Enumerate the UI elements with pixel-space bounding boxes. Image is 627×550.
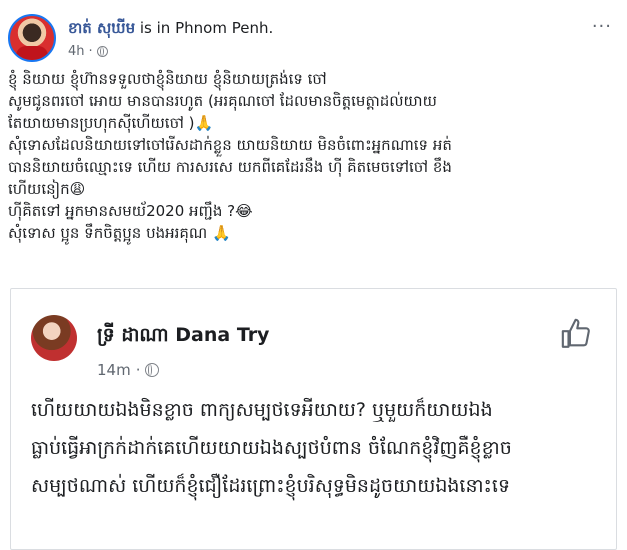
post-body-line: តែយាយមានប្រហុកស៊ីហើយចៅ )🙏: [8, 114, 214, 132]
post-body-line: បាននិយាយចំឈ្មោះទេ ហើយ ការសរសេ យកពីគេដែរន…: [8, 158, 452, 176]
post-meta: 4h ·: [68, 44, 108, 59]
author-avatar[interactable]: [8, 14, 56, 62]
shared-post-meta: 14m ·: [97, 361, 160, 379]
author-line: ខាត់ សុឃីម is in Phnom Penh.: [68, 19, 273, 41]
globe-icon: [96, 46, 108, 57]
post-body-line: សុំទោស ប្អូន ទឹកចិត្តប្អូន បងអរគុណ 🙏: [8, 224, 231, 242]
post-body-line: សូមជូនពរចៅ អោយ មានបានរហូត (អរគុណចៅ ដែលមា…: [8, 92, 437, 110]
post-body-line: ហ៊ីគិតទៅ អ្នកមានសមយ័2020 អញ្ជឹង ?😂: [8, 202, 253, 220]
facebook-post: ខាត់ សុឃីម is in Phnom Penh. 4h · ··· ខ្…: [0, 0, 627, 550]
check-in-text: is in Phnom Penh.: [135, 19, 274, 37]
shared-post-timestamp: 14m: [97, 361, 131, 379]
author-name-link[interactable]: ខាត់ សុឃីម: [68, 19, 135, 37]
thumbs-up-icon: [561, 318, 590, 348]
more-options-icon[interactable]: ···: [592, 16, 612, 37]
post-body-line: ហើយនៀក😩: [8, 180, 86, 198]
shared-post-body: ហើយយាយឯងមិនខ្លាច ពាក្យសម្បថទេអីយាយ? ឬមួយ…: [31, 391, 606, 505]
shared-post-inner: ទ្រី ដាណា Dana Try 14m · ហើយយាយឯងមិនខ្លា…: [11, 289, 616, 549]
globe-icon: [145, 363, 160, 377]
post-body-line: សុំទោសដែលនិយាយទៅចៅរើសដាក់ខ្លួន យាយនិយាយ …: [8, 136, 452, 154]
shared-body-line: សម្បថណាស់ ហើយក៏ខ្ញុំជឿដែរព្រោះខ្ញុំបរិសុ…: [31, 475, 510, 497]
shared-author-name: ទ្រី ដាណា Dana Try: [97, 324, 270, 346]
post-body-line: ខ្ញុំ និយាយ ខ្ញុំហ៊ានទទួលថាខ្ញុំនិយាយ ខ្…: [8, 70, 327, 88]
post-timestamp[interactable]: 4h: [68, 44, 85, 59]
shared-meta-separator: ·: [135, 361, 141, 379]
shared-body-line: ហើយយាយឯងមិនខ្លាច ពាក្យសម្បថទេអីយាយ? ឬមួយ…: [31, 399, 493, 421]
shared-body-line: ធ្លាប់ធ្វើអាក្រក់ដាក់គេហើយយាយឯងស្បថបំពាន…: [31, 437, 512, 459]
post-body: ខ្ញុំ និយាយ ខ្ញុំហ៊ានទទួលថាខ្ញុំនិយាយ ខ្…: [8, 68, 618, 244]
avatar-figure: [16, 46, 48, 60]
shared-author-avatar: [31, 315, 77, 361]
post-header: ខាត់ សុឃីម is in Phnom Penh. 4h · ···: [8, 10, 618, 66]
shared-post-screenshot[interactable]: ទ្រី ដាណា Dana Try 14m · ហើយយាយឯងមិនខ្លា…: [10, 288, 617, 550]
meta-separator: ·: [88, 44, 93, 59]
